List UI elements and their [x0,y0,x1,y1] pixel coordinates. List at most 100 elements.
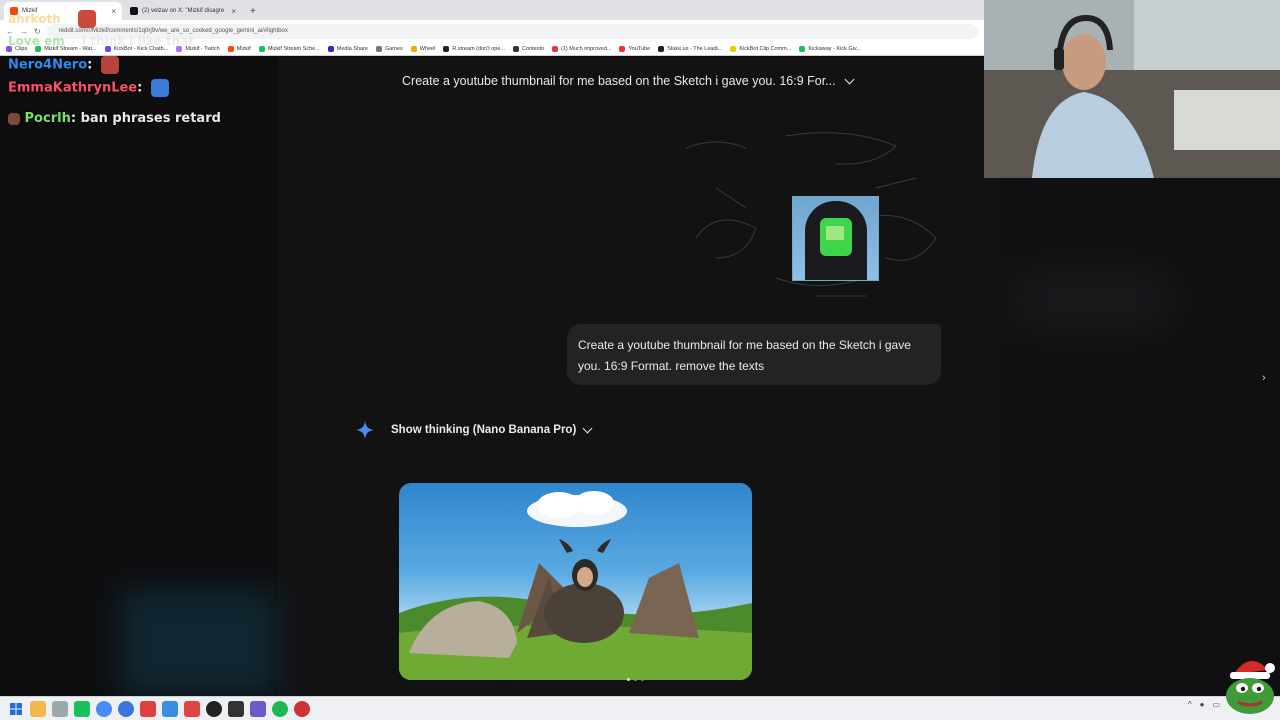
chevron-right-icon[interactable]: › [1262,372,1270,384]
gemini-spark-icon [356,421,374,439]
bookmark-label: YouTube [628,45,651,52]
bookmark-item[interactable]: Games [375,45,403,52]
chat-emote [100,56,119,74]
chat-emote [150,79,169,97]
screen: Mizkif × (2) velzav on X: "Mizkif disagr… [0,0,1280,720]
bookmark-favicon-icon [410,45,417,52]
bookmark-favicon-icon [799,45,806,52]
obs-icon[interactable] [206,700,222,717]
green-face-highlight [826,226,844,240]
bookmark-label: Contexto [522,45,545,52]
bookmark-favicon-icon [619,45,626,52]
bookmark-favicon-icon [730,45,737,52]
discord-icon[interactable] [250,700,266,717]
chat-message-text: ban phrases retard [80,111,221,126]
tray-chevron-icon[interactable]: ^ [1188,700,1192,709]
bookmark-label: (1) Much improved... [561,45,612,52]
browser-tab-x[interactable]: (2) velzav on X: "Mizkif disagre × [124,2,242,20]
conversation-title-text: Create a youtube thumbnail for me based … [402,74,836,88]
chat-faded-line: anrkoth [8,12,61,26]
chat-username: Nero4Nero [8,57,88,73]
reference-thumbnail-image[interactable] [792,196,879,281]
bookmark-favicon-icon [513,45,520,52]
blurred-region [120,590,278,696]
windows-start-icon[interactable] [8,701,24,717]
browser-tab-bar: Mizkif × (2) velzav on X: "Mizkif disagr… [0,0,984,20]
bookmark-label: Media Share [336,45,368,52]
pepe-santa-emote [1226,660,1275,714]
generated-thumbnail-image[interactable] [399,483,752,680]
new-tab-button[interactable]: + [244,6,262,20]
bookmark-item[interactable]: Kickaway - Kick Giv... [799,45,861,52]
kick-icon[interactable] [74,700,90,717]
bookmark-item[interactable]: KickBot Clip Comm... [730,45,792,52]
user-message-bubble: Create a youtube thumbnail for me based … [567,324,941,385]
blurred-region [1010,270,1170,330]
close-tab-icon[interactable]: × [111,7,116,16]
taskbar-app-icon[interactable] [140,700,156,717]
bookmark-favicon-icon [658,45,665,52]
right-blurred-panel [1002,178,1280,696]
bookmark-item[interactable]: (1) Much improved... [552,45,612,52]
chat-username: Pocrlh [24,111,71,126]
carousel-dot[interactable] [634,678,637,681]
taskbar-app-icon[interactable] [52,700,68,717]
chevron-down-icon [844,74,855,84]
taskbar [0,696,1280,720]
bookmark-label: Mizkif [236,45,251,52]
chrome-icon[interactable] [96,700,112,717]
spotify-icon[interactable] [272,700,288,717]
chat-message: Pocrlh: ban phrases retard [8,111,221,126]
bookmark-item[interactable]: Media Share [327,45,368,52]
bookmark-item[interactable]: Mizkif [227,45,251,52]
bookmark-label: Stake.us - The Leadi... [667,45,723,52]
bookmark-label: Wheel [419,45,436,52]
bookmark-favicon-icon [375,45,382,52]
webcam-scene [984,0,1280,178]
bookmark-item[interactable]: R.stream (don't ope... [443,45,506,52]
bookmark-label: R.stream (don't ope... [452,45,506,52]
bookmark-item[interactable]: Wheel [410,45,436,52]
network-icon[interactable]: ▭ [1212,700,1220,709]
taskbar-app-icon[interactable] [162,700,178,717]
show-thinking-label: Show thinking (Nano Banana Pro) [391,424,577,436]
chat-faded-line: i think i like that [82,34,194,48]
bookmark-label: Kickaway - Kick Giv... [808,45,861,52]
chat-message: EmmaKathrynLee: [8,79,169,97]
chevron-down-icon [582,423,593,433]
bookmark-favicon-icon [443,45,450,52]
generated-scene [399,491,752,680]
bookmark-favicon-icon [227,45,234,52]
bookmark-item[interactable]: Stake.us - The Leadi... [658,45,723,52]
chat-faded-line: Love em [8,34,65,48]
webcam-feed [984,0,1280,178]
file-explorer-icon[interactable] [30,700,46,717]
chat-emote [78,10,96,28]
bookmark-label: KickBot Clip Comm... [739,45,792,52]
show-thinking-row[interactable]: Show thinking (Nano Banana Pro) [355,420,593,440]
system-tray: ^ ● ▭ [1188,700,1220,709]
carousel-dot[interactable] [641,678,644,681]
taskbar-app-icon[interactable] [228,700,244,717]
browser-icon[interactable] [118,700,134,717]
bookmark-label: Games [384,45,403,52]
image-carousel-dots [627,678,644,681]
bookmark-favicon-icon [258,45,265,52]
taskbar-app-icon[interactable] [184,700,200,717]
conversation-title[interactable]: Create a youtube thumbnail for me based … [402,74,855,88]
close-tab-icon[interactable]: × [231,7,236,16]
taskbar-app-icon[interactable] [294,700,310,717]
bookmark-item[interactable]: Mizkif Stream Sche... [258,45,320,52]
tab-title: (2) velzav on X: "Mizkif disagre [142,8,225,14]
bookmark-item[interactable]: YouTube [619,45,651,52]
x-icon [130,7,138,15]
carousel-dot[interactable] [627,678,630,681]
chat-username: EmmaKathrynLee [8,80,138,96]
bookmark-label: Mizkif Stream Sche... [267,45,320,52]
bookmark-item[interactable]: Contexto [513,45,545,52]
microphone-icon[interactable]: ● [1200,700,1205,709]
bookmark-favicon-icon [327,45,334,52]
bookmark-favicon-icon [552,45,559,52]
chat-message: Nero4Nero: [8,56,119,74]
chat-badge-icon [8,112,20,125]
